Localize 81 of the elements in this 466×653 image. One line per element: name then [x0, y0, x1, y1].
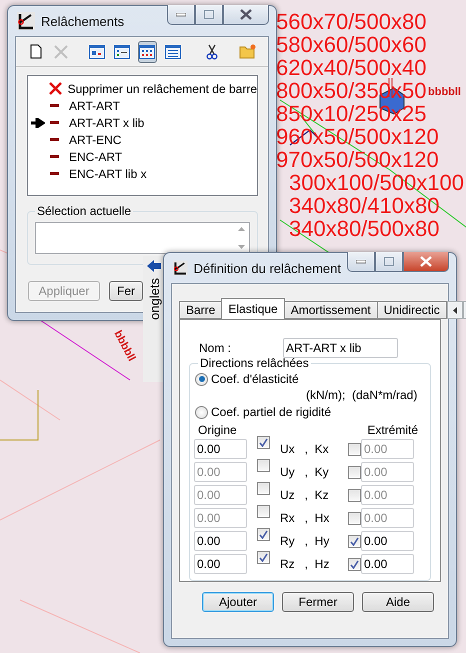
origin-field[interactable]: 0.00 [194, 439, 247, 459]
close-icon [420, 256, 432, 267]
units-text: (kN/m); (daN*m/rad) [305, 388, 418, 403]
list-item[interactable]: ENC-ART lib x [69, 166, 147, 180]
node-label: bbbbll [428, 86, 461, 98]
column-header: Origine [198, 423, 237, 437]
tab[interactable]: Unidirectic [376, 301, 447, 319]
checkbox[interactable] [257, 436, 270, 448]
dash-icon [50, 104, 59, 107]
close-icon [240, 9, 252, 20]
list-item[interactable]: ART-ART x lib [69, 116, 144, 130]
list-item[interactable]: ART-ENC [69, 132, 122, 146]
direction-label: Uy , Ky [280, 465, 330, 479]
checkbox[interactable] [257, 550, 270, 564]
window-title: Définition du relâchement [194, 260, 341, 276]
section-label: 620x40/500x40 [276, 56, 426, 79]
name-label: Nom : [199, 341, 232, 355]
close-button[interactable] [403, 252, 449, 272]
minimize-icon [356, 260, 366, 264]
tab-scroll-left-icon[interactable] [446, 301, 463, 319]
direction-label: Ry , Hy [280, 534, 330, 548]
tab[interactable]: Elastique [221, 298, 285, 319]
dash-icon [50, 172, 59, 175]
tab[interactable]: Amortissement [284, 301, 378, 319]
checkbox[interactable] [348, 512, 361, 524]
help-button[interactable]: Aide [362, 592, 434, 612]
selection-field[interactable] [35, 222, 250, 254]
maximize-button[interactable] [195, 5, 223, 25]
checkbox[interactable] [348, 534, 361, 548]
list-item[interactable]: ART-ART [69, 98, 120, 112]
checkbox[interactable] [348, 488, 361, 502]
dash-icon [50, 121, 59, 124]
end-field[interactable]: 0.00 [361, 531, 414, 551]
direction-label: Ux , Kx [280, 442, 330, 456]
grid-view-icon[interactable] [138, 40, 158, 62]
checkbox[interactable] [348, 466, 361, 478]
checkbox[interactable] [348, 558, 361, 570]
name-field[interactable]: ART-ART x lib [283, 338, 398, 358]
checkbox[interactable] [257, 504, 270, 518]
checkbox[interactable] [257, 482, 270, 494]
radio-option[interactable]: Coef. d'élasticité [195, 370, 422, 388]
direction-label: Uz , Kz [280, 488, 330, 502]
close-button[interactable]: Fermer [282, 592, 354, 612]
app-logo-icon [173, 259, 188, 277]
list-item[interactable]: Supprimer un relâchement de barre [68, 82, 257, 96]
section-label: 560x70/500x80 [276, 10, 426, 33]
section-label: 340x80/500x80 [289, 217, 440, 240]
radio-option[interactable]: Coef. partiel de rigidité [195, 403, 422, 421]
app-logo-icon [17, 12, 35, 30]
checkbox[interactable] [257, 458, 270, 472]
direction-label: Rz , Hz [280, 557, 330, 571]
group-title: Directions relâchées [199, 356, 310, 370]
column-header: Extrémité [367, 423, 418, 437]
arrow-icon [31, 118, 45, 128]
delete-icon [49, 82, 62, 95]
dash-icon [50, 138, 59, 141]
dash-icon [50, 155, 59, 158]
section-label: 340x80/410x80 [289, 194, 440, 217]
checkbox[interactable] [348, 442, 361, 456]
maximize-icon [204, 10, 214, 19]
minimize-button[interactable] [347, 252, 375, 272]
tab[interactable]: Barre [179, 301, 222, 319]
list-item[interactable]: ENC-ART [69, 150, 122, 164]
section-label: 580x60/500x60 [276, 33, 426, 56]
end-field[interactable]: 0.00 [361, 554, 414, 574]
origin-field[interactable]: 0.00 [194, 554, 247, 574]
close-button[interactable]: Fer [109, 281, 143, 301]
origin-field[interactable]: 0.00 [194, 531, 247, 551]
group-title: Sélection actuelle [36, 204, 132, 218]
direction-label: Rx , Hx [280, 511, 330, 525]
window-title: Relâchements [41, 14, 126, 28]
close-button[interactable] [223, 5, 269, 25]
checkbox[interactable] [257, 528, 270, 540]
scroll-down-icon[interactable] [238, 245, 245, 249]
maximize-icon [384, 257, 394, 266]
scroll-up-icon[interactable] [238, 227, 245, 231]
arrow-icon [147, 260, 161, 272]
add-button[interactable]: Ajouter [202, 592, 274, 612]
minimize-icon [176, 12, 186, 16]
minimize-button[interactable] [167, 5, 195, 25]
maximize-button[interactable] [375, 252, 403, 272]
